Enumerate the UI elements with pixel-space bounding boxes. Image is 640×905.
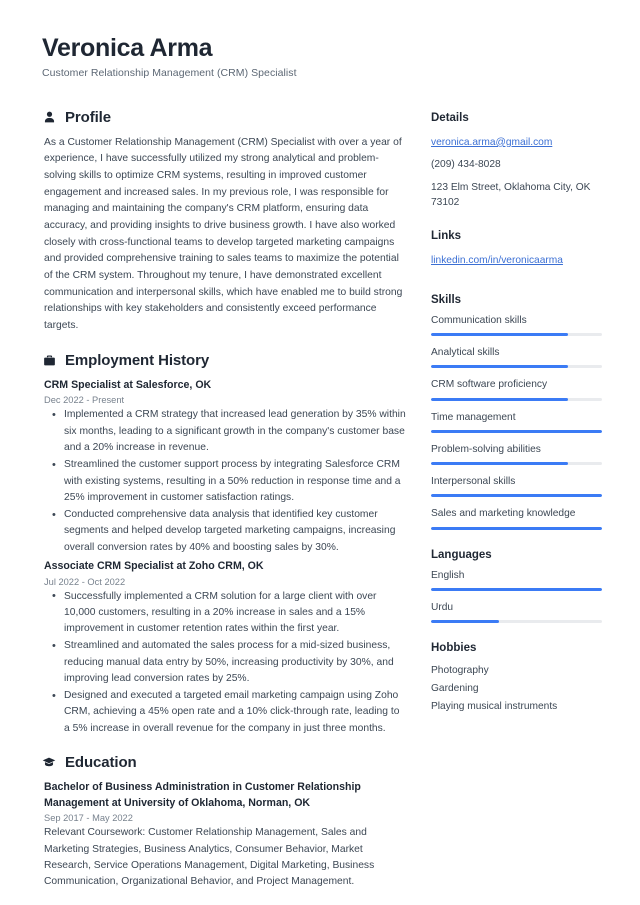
education-entry-description: Relevant Coursework: Customer Relationsh… <box>44 827 375 888</box>
sidebar-details: Details veronica.arma@gmail.com (209) 43… <box>431 112 602 211</box>
skill-item: Communication skills <box>431 314 602 337</box>
sidebar-hobbies-title: Hobbies <box>431 642 477 655</box>
main-column: Profile As a Customer Relationship Manag… <box>42 109 407 905</box>
skill-bar-track <box>431 333 602 337</box>
employment-entry: CRM Specialist at Salesforce, OK Dec 202… <box>44 378 407 556</box>
section-profile: Profile As a Customer Relationship Manag… <box>42 109 407 335</box>
candidate-name: Veronica Arma <box>42 34 213 62</box>
skill-label: Communication skills <box>431 314 527 326</box>
person-icon <box>42 110 56 124</box>
skill-bar-fill <box>431 462 568 466</box>
sidebar-skills-title: Skills <box>431 293 462 306</box>
email-link[interactable]: veronica.arma@gmail.com <box>431 135 552 150</box>
skill-label: Time management <box>431 411 516 423</box>
language-bar-fill <box>431 620 500 624</box>
skill-item: Time management <box>431 411 602 433</box>
skill-bar-fill <box>431 429 602 433</box>
education-entry-date: Sep 2017 - May 2022 <box>44 813 133 824</box>
section-education-body: Bachelor of Business Administration in C… <box>42 780 407 890</box>
language-bar-fill <box>431 587 602 591</box>
skill-label: CRM software proficiency <box>431 379 548 391</box>
skill-label: Sales and marketing knowledge <box>431 508 576 520</box>
sidebar-column: Details veronica.arma@gmail.com (209) 43… <box>431 109 602 736</box>
sidebar-languages: Languages English Urdu <box>431 549 602 624</box>
education-entry-title: Bachelor of Business Administration in C… <box>44 780 361 809</box>
sidebar-links: Links linkedin.com/in/veronicaarma <box>431 230 602 275</box>
section-profile-header: Profile <box>42 109 407 126</box>
language-item: Urdu <box>431 601 602 624</box>
language-label: Urdu <box>431 601 454 613</box>
candidate-job-title: Customer Relationship Management (CRM) S… <box>42 66 297 79</box>
employment-entry-title: Associate CRM Specialist at Zoho CRM, OK <box>44 559 264 572</box>
skill-bar-track <box>431 429 602 433</box>
skill-label: Interpersonal skills <box>431 476 516 488</box>
skill-bar-track <box>431 365 602 369</box>
hobby-item: Photography <box>431 665 489 677</box>
graduation-cap-icon <box>42 755 56 769</box>
briefcase-icon <box>42 353 56 367</box>
section-education-title: Education <box>65 753 137 771</box>
skill-item: CRM software proficiency <box>431 378 602 401</box>
section-education-header: Education <box>42 754 407 771</box>
employment-entry-title: CRM Specialist at Salesforce, OK <box>44 378 212 391</box>
skill-item: Problem-solving abilities <box>431 443 602 466</box>
skill-item: Analytical skills <box>431 346 602 369</box>
skill-bar-fill <box>431 397 568 401</box>
hobby-item: Gardening <box>431 683 479 695</box>
resume-body: Profile As a Customer Relationship Manag… <box>42 109 602 905</box>
bullet-item: Streamlined and automated the sales proc… <box>44 638 407 687</box>
employment-entry-bullets: Implemented a CRM strategy that increase… <box>44 407 407 555</box>
address-text: 123 Elm Street, Oklahoma City, OK 73102 <box>431 181 591 209</box>
section-employment-header: Employment History <box>42 352 407 369</box>
skill-bar-track <box>431 526 602 530</box>
section-profile-title: Profile <box>65 108 111 126</box>
sidebar-details-title: Details <box>431 111 469 124</box>
section-profile-body: As a Customer Relationship Management (C… <box>42 135 407 335</box>
skill-item: Sales and marketing knowledge <box>431 507 602 530</box>
skill-bar-track <box>431 494 602 498</box>
resume-header: Veronica Arma Customer Relationship Mana… <box>42 34 602 79</box>
language-item: English <box>431 569 602 591</box>
skill-bar-track <box>431 462 602 466</box>
section-employment: Employment History CRM Specialist at Sal… <box>42 352 407 737</box>
employment-entry-date: Dec 2022 - Present <box>44 395 125 406</box>
sidebar-links-title: Links <box>431 229 462 242</box>
profile-text: As a Customer Relationship Management (C… <box>44 136 403 332</box>
sidebar-languages-title: Languages <box>431 548 492 561</box>
skill-bar-fill <box>431 333 568 337</box>
sidebar-hobbies: Hobbies Photography Gardening Playing mu… <box>431 642 602 716</box>
employment-entry-bullets: Successfully implemented a CRM solution … <box>44 588 407 737</box>
employment-entry: Associate CRM Specialist at Zoho CRM, OK… <box>44 559 407 737</box>
language-bar-track <box>431 620 602 624</box>
language-bar-track <box>431 587 602 591</box>
skill-bar-fill <box>431 526 602 530</box>
hobby-item: Playing musical instruments <box>431 701 558 713</box>
skill-item: Interpersonal skills <box>431 475 602 498</box>
employment-entry-date: Jul 2022 - Oct 2022 <box>44 576 126 587</box>
phone-text: (209) 434-8028 <box>431 159 501 171</box>
bullet-item: Implemented a CRM strategy that increase… <box>44 407 407 456</box>
language-label: English <box>431 569 465 581</box>
resume-page: Veronica Arma Customer Relationship Mana… <box>0 0 640 905</box>
section-employment-title: Employment History <box>65 351 210 369</box>
sidebar-skills: Skills Communication skills Analytical s… <box>431 294 602 530</box>
skill-label: Analytical skills <box>431 347 500 359</box>
linkedin-link[interactable]: linkedin.com/in/veronicaarma <box>431 253 563 268</box>
section-employment-body: CRM Specialist at Salesforce, OK Dec 202… <box>42 378 407 737</box>
skill-bar-fill <box>431 494 602 498</box>
skill-label: Problem-solving abilities <box>431 443 541 455</box>
bullet-item: Streamlined the customer support process… <box>44 457 407 506</box>
skill-bar-fill <box>431 365 568 369</box>
bullet-item: Designed and executed a targeted email m… <box>44 688 407 737</box>
bullet-item: Conducted comprehensive data analysis th… <box>44 507 407 556</box>
education-entry: Bachelor of Business Administration in C… <box>44 780 407 890</box>
skill-bar-track <box>431 397 602 401</box>
section-education: Education Bachelor of Business Administr… <box>42 754 407 890</box>
bullet-item: Successfully implemented a CRM solution … <box>44 588 407 638</box>
